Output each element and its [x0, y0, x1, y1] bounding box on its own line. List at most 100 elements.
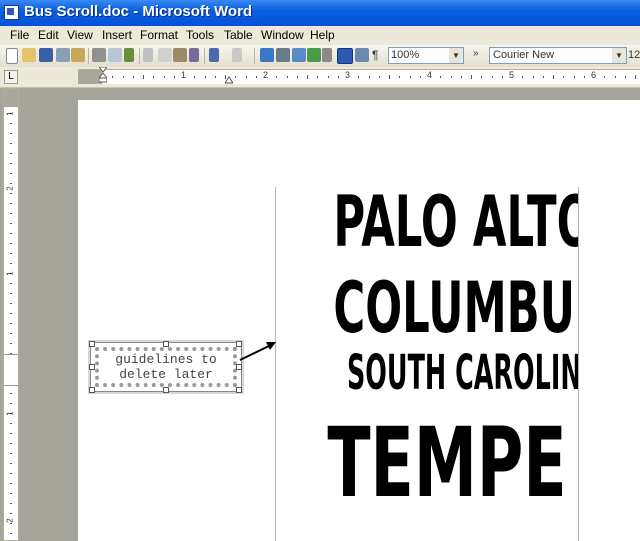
ruler-tick	[10, 263, 12, 264]
ruler-tick	[10, 343, 12, 344]
resize-handle[interactable]	[163, 387, 169, 393]
font-size-value[interactable]: 12	[628, 49, 640, 61]
save-icon[interactable]	[39, 48, 53, 62]
ruler-tick	[276, 76, 278, 78]
print-icon[interactable]	[92, 48, 106, 62]
ruler-tick	[10, 163, 12, 164]
resize-handle[interactable]	[163, 341, 169, 347]
arrow-connector[interactable]	[238, 336, 278, 364]
word-document-icon[interactable]	[4, 5, 19, 20]
spelling-icon[interactable]	[124, 48, 134, 62]
ruler-tick	[553, 75, 554, 79]
ruler-tick	[204, 76, 206, 78]
chevron-down-icon[interactable]: ▼	[449, 48, 463, 63]
ruler-tick	[10, 483, 12, 484]
resize-handle[interactable]	[89, 387, 95, 393]
menu-window[interactable]: Window	[261, 28, 304, 42]
drawing-icon[interactable]	[337, 48, 353, 64]
ruler-number: 2	[263, 70, 269, 80]
ruler-tick	[522, 76, 524, 78]
toolbar-separator	[254, 48, 255, 64]
zoom-dropdown[interactable]: 100% ▼	[388, 47, 464, 64]
redo-icon[interactable]	[232, 48, 242, 62]
resize-handle[interactable]	[89, 341, 95, 347]
ruler-tick	[10, 203, 12, 204]
vertical-ruler[interactable]: 1 2 1 1 2	[3, 88, 19, 541]
ruler-tick	[614, 76, 616, 78]
ruler-tick	[143, 75, 144, 79]
open-icon[interactable]	[22, 48, 36, 62]
resize-handle[interactable]	[236, 387, 242, 393]
ruler-tick	[10, 423, 12, 424]
ruler-number: 1	[181, 70, 187, 80]
ruler-tick	[10, 193, 12, 194]
menu-insert[interactable]: Insert	[102, 28, 132, 42]
indent-marker-icon[interactable]	[99, 67, 107, 83]
menu-file[interactable]: File	[10, 28, 29, 42]
ruler-tick	[153, 76, 155, 78]
columns-icon[interactable]	[322, 48, 332, 62]
ruler-tick	[235, 76, 237, 78]
ruler-tick	[624, 76, 626, 78]
paste-icon[interactable]	[173, 48, 187, 62]
ruler-tick	[368, 76, 370, 78]
menu-view[interactable]: View	[67, 28, 93, 42]
guidelines-textbox[interactable]: guidelines to delete later	[90, 342, 242, 392]
toolbar-separator	[139, 48, 140, 64]
cut-icon[interactable]	[143, 48, 153, 62]
insert-table-icon[interactable]	[292, 48, 306, 62]
ruler-tick	[122, 76, 124, 78]
menu-edit[interactable]: Edit	[38, 28, 59, 42]
textbox-line-2: delete later	[119, 367, 213, 382]
resize-handle[interactable]	[89, 364, 95, 370]
copy-icon[interactable]	[158, 48, 172, 62]
ruler-tick	[10, 513, 12, 514]
font-name-dropdown[interactable]: Courier New ▼	[489, 47, 627, 64]
insert-excel-icon[interactable]	[307, 48, 321, 62]
permission-icon[interactable]	[56, 48, 70, 62]
menu-format[interactable]: Format	[140, 28, 178, 42]
ruler-number: 2	[5, 186, 15, 191]
ruler-tick	[378, 76, 380, 78]
ruler-tick	[296, 76, 298, 78]
format-painter-icon[interactable]	[189, 48, 199, 62]
ruler-tick	[409, 76, 411, 78]
document-map-icon[interactable]	[355, 48, 369, 62]
ruler-tick	[10, 523, 12, 524]
menu-tools[interactable]: Tools	[186, 28, 214, 42]
ruler-tick	[604, 76, 606, 78]
ruler-tick	[10, 453, 12, 454]
bus-scroll-picture[interactable]: PALO ALTO COLUMBUS SOUTH CAROLINA TEMPE	[275, 187, 579, 541]
ruler-tick	[10, 313, 12, 314]
ruler-tick	[10, 283, 12, 284]
picture-line-2: COLUMBUS	[333, 267, 579, 349]
right-indent-marker-icon[interactable]	[225, 76, 233, 84]
resize-handle[interactable]	[236, 364, 242, 370]
ruler-tick	[389, 75, 390, 79]
hyperlink-icon[interactable]	[260, 48, 274, 62]
window-title: Bus Scroll.doc - Microsoft Word	[24, 3, 253, 20]
print-preview-icon[interactable]	[108, 48, 122, 62]
menu-help[interactable]: Help	[310, 28, 335, 42]
ruler-tick	[501, 76, 503, 78]
tab-selector[interactable]: L	[4, 70, 18, 84]
show-hide-icon[interactable]: ¶	[372, 48, 382, 62]
menu-table[interactable]: Table	[224, 28, 253, 42]
ruler-tick	[337, 76, 339, 78]
ruler-tick	[635, 75, 636, 79]
workspace-gutter	[22, 88, 76, 541]
undo-icon[interactable]	[209, 48, 219, 62]
standard-toolbar: ¶ 100% ▼ » Courier New ▼ 12	[0, 45, 640, 68]
ruler-tick	[327, 76, 329, 78]
email-icon[interactable]	[71, 48, 85, 62]
horizontal-ruler[interactable]: 1 2 3 4 5 6	[78, 69, 640, 84]
ruler-number: 1	[5, 271, 15, 276]
tables-borders-icon[interactable]	[276, 48, 290, 62]
toolbar-options-icon[interactable]: »	[473, 48, 483, 62]
ruler-tick	[163, 76, 165, 78]
textbox-text[interactable]: guidelines to delete later	[97, 352, 235, 382]
ruler-tick	[10, 293, 12, 294]
chevron-down-icon[interactable]: ▼	[612, 48, 626, 63]
new-icon[interactable]	[6, 48, 18, 64]
picture-line-4: TEMPE	[327, 407, 567, 519]
